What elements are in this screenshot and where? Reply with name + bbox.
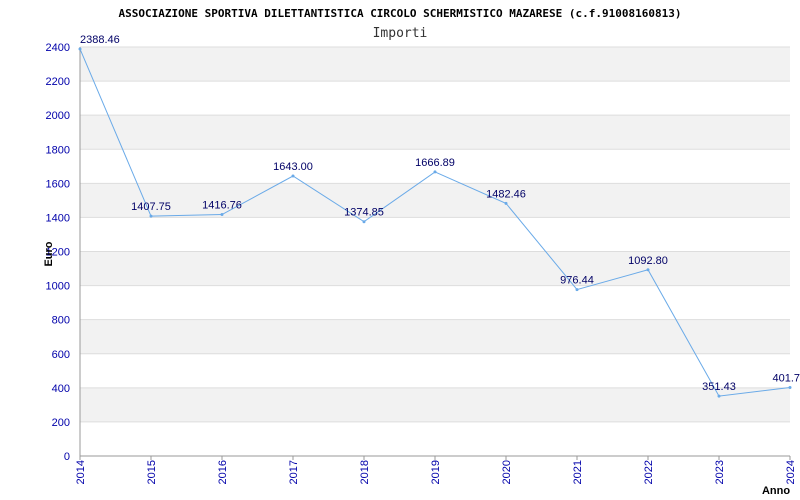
y-tick-label: 2000 [46, 110, 70, 122]
grid-band [80, 47, 790, 82]
data-point [575, 288, 579, 292]
x-tick-label: 2022 [643, 460, 655, 484]
y-tick-label: 400 [52, 383, 70, 395]
grid-band [80, 251, 790, 286]
data-point [788, 386, 792, 390]
data-point [717, 394, 721, 398]
x-tick-label: 2015 [146, 460, 158, 484]
y-tick-label: 0 [64, 451, 70, 463]
data-label: 1643.00 [273, 161, 313, 173]
grid-band [80, 81, 790, 116]
x-tick-label: 2017 [288, 460, 300, 484]
data-point [433, 170, 437, 174]
data-label: 1374.85 [344, 207, 384, 219]
grid-band [80, 183, 790, 218]
x-tick-label: 2023 [714, 460, 726, 484]
x-tick-label: 2016 [217, 460, 229, 484]
grid-band [80, 421, 790, 456]
x-axis-label: Anno [762, 485, 790, 497]
y-axis-label: Euro [43, 241, 55, 266]
grid-band [80, 319, 790, 354]
x-axis-ticks: 2014 2015 2016 2017 2018 2019 2020 2021 2022 2023… [75, 456, 797, 484]
y-tick-label: 1600 [46, 178, 70, 190]
chart-subtitle: Importi [373, 26, 428, 41]
line-chart: 0200400600800100012001400160018002000220… [43, 7, 800, 497]
data-label: 1416.76 [202, 200, 242, 212]
chart-title: ASSOCIAZIONE SPORTIVA DILETTANTISTICA CI… [119, 7, 682, 20]
data-point [291, 174, 295, 178]
x-tick-label: 2018 [359, 460, 371, 484]
y-tick-label: 1800 [46, 144, 70, 156]
x-tick-label: 2020 [501, 460, 513, 484]
data-label: 2388.46 [80, 34, 120, 46]
y-tick-label: 200 [52, 417, 70, 429]
data-point [504, 201, 508, 205]
y-tick-label: 2400 [46, 42, 70, 54]
x-tick-label: 2024 [785, 460, 797, 484]
y-tick-label: 1400 [46, 212, 70, 224]
grid-band [80, 115, 790, 150]
grid-band [80, 285, 790, 320]
grid-band [80, 217, 790, 252]
y-tick-label: 800 [52, 315, 70, 327]
x-tick-label: 2021 [572, 460, 584, 484]
data-label: 976.44 [560, 275, 594, 287]
grid-band [80, 387, 790, 422]
x-tick-label: 2019 [430, 460, 442, 484]
grid-band [80, 353, 790, 388]
x-tick-label: 2014 [75, 460, 87, 484]
data-point [78, 47, 82, 51]
data-point [220, 213, 224, 217]
data-label: 401.7 [772, 373, 800, 385]
data-label: 1092.80 [628, 255, 668, 267]
data-label: 351.43 [702, 381, 736, 393]
data-label: 1407.75 [131, 201, 171, 213]
y-tick-label: 1000 [46, 281, 70, 293]
y-tick-label: 2200 [46, 76, 70, 88]
y-tick-label: 600 [52, 349, 70, 361]
data-label: 1482.46 [486, 188, 526, 200]
data-point [646, 268, 650, 272]
data-point [149, 214, 153, 218]
data-point [362, 220, 366, 224]
data-label: 1666.89 [415, 157, 455, 169]
